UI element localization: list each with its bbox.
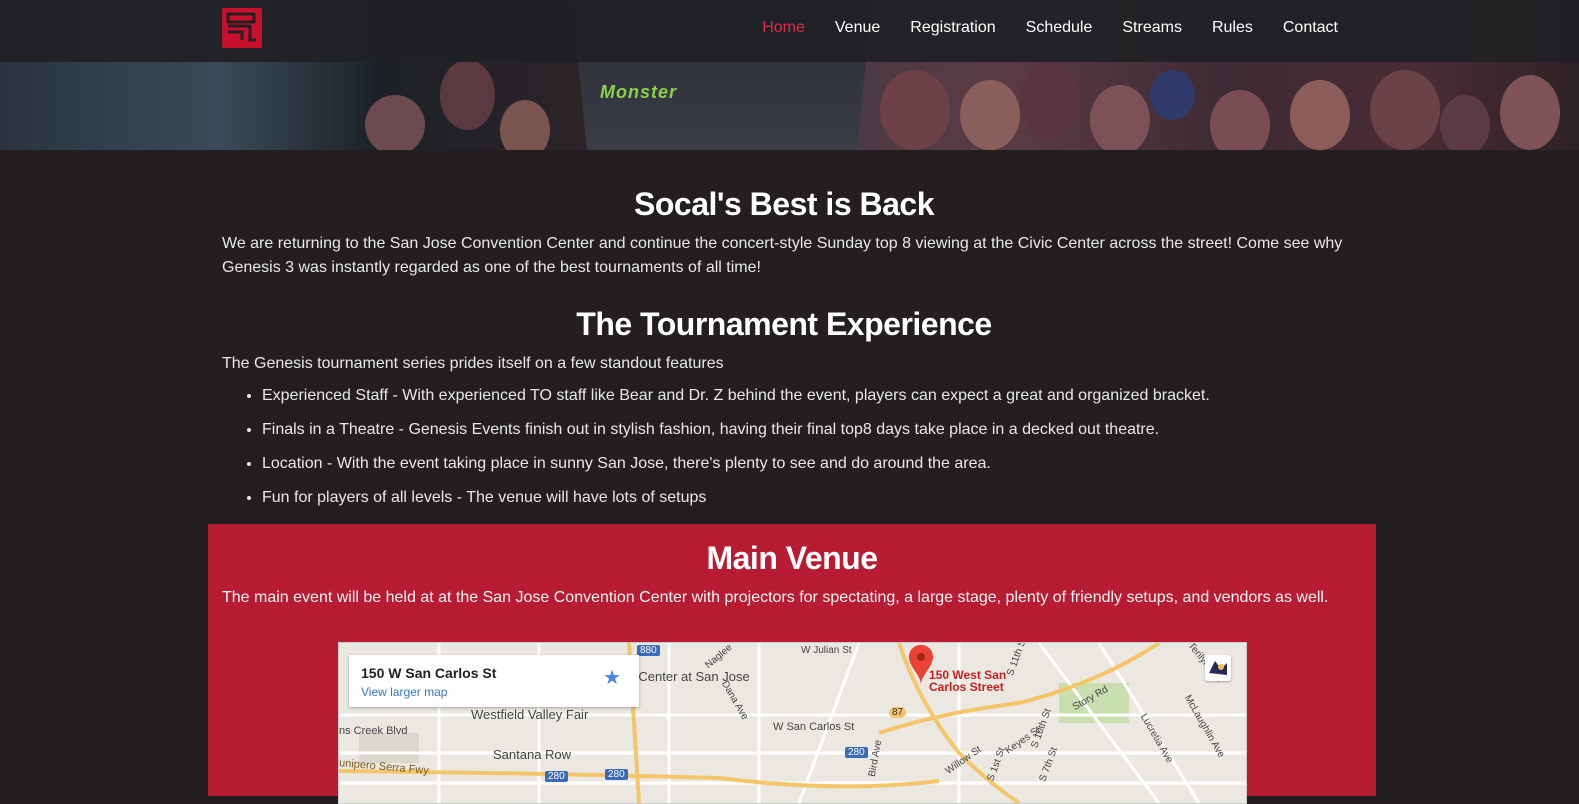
map-mascot-icon[interactable] <box>1205 655 1231 681</box>
highway-shield-icon: 280 <box>545 771 568 782</box>
map-pin-label-line2: Carlos Street <box>929 680 1004 694</box>
map-label-westfield: Westfield Valley Fair <box>471 707 589 722</box>
highway-shield-icon: 280 <box>605 769 628 780</box>
embedded-map[interactable]: SAP Center at San Jose Westfield Valley … <box>338 642 1247 804</box>
venue-paragraph: The main event will be held at at the Sa… <box>222 589 1329 606</box>
experience-intro: The Genesis tournament series prides its… <box>222 355 724 372</box>
navbar: Home Venue Registration Schedule Streams… <box>0 0 1579 62</box>
nav-venue[interactable]: Venue <box>820 19 895 37</box>
feature-item: Fun for players of all levels - The venu… <box>262 486 1346 510</box>
highway-shield-icon: 87 <box>889 707 907 718</box>
save-star-icon[interactable]: ★ <box>603 665 621 690</box>
experience-heading: The Tournament Experience <box>576 306 992 342</box>
shirt-logo-text: Monster <box>600 82 678 102</box>
venue-heading: Main Venue <box>706 540 878 576</box>
map-label-creek: ns Creek Blvd <box>339 725 408 737</box>
nav-registration[interactable]: Registration <box>895 19 1010 37</box>
crowd-figure <box>1210 90 1270 150</box>
highway-shield-icon: 280 <box>845 747 868 758</box>
main-nav: Home Venue Registration Schedule Streams… <box>747 0 1353 56</box>
feature-item: Experienced Staff - With experienced TO … <box>262 384 1346 408</box>
intro-paragraph: We are returning to the San Jose Convent… <box>222 235 1343 276</box>
map-label-santana: Santana Row <box>493 747 572 762</box>
map-label-sancarlos: W San Carlos St <box>773 721 855 733</box>
map-pin-label: 150 West San Carlos Street <box>929 669 1006 693</box>
nav-rules[interactable]: Rules <box>1197 19 1268 37</box>
nav-home[interactable]: Home <box>747 19 820 37</box>
genesis-logo-icon[interactable] <box>222 8 262 48</box>
crowd-figure <box>365 95 425 150</box>
crowd-figure <box>440 60 495 130</box>
crowd-figure <box>500 100 550 150</box>
feature-item: Finals in a Theatre - Genesis Events fin… <box>262 418 1346 442</box>
map-label-julian: W Julian St <box>801 645 852 656</box>
crowd-figure <box>1020 60 1080 140</box>
nav-streams[interactable]: Streams <box>1107 19 1197 37</box>
crowd-figure <box>1150 70 1195 120</box>
crowd-figure <box>1290 80 1350 150</box>
map-card-address: 150 W San Carlos St <box>361 665 497 681</box>
highway-shield-icon: 880 <box>637 645 660 656</box>
view-larger-map-link[interactable]: View larger map <box>361 685 447 699</box>
nav-schedule[interactable]: Schedule <box>1011 19 1108 37</box>
feature-item: Location - With the event taking place i… <box>262 452 1346 476</box>
crowd-figure <box>1440 95 1490 150</box>
crowd-figure <box>880 70 950 150</box>
venue-section: Main Venue The main event will be held a… <box>208 524 1376 804</box>
crowd-figure <box>1500 75 1560 150</box>
feature-list: Experienced Staff - With experienced TO … <box>222 384 1346 520</box>
intro-heading: Socal's Best is Back <box>634 186 935 222</box>
crowd-figure <box>960 80 1020 150</box>
crowd-figure <box>1370 70 1440 150</box>
nav-contact[interactable]: Contact <box>1268 19 1353 37</box>
crowd-figure <box>1090 85 1150 150</box>
map-info-card: 150 W San Carlos St View larger map ★ <box>349 655 639 707</box>
